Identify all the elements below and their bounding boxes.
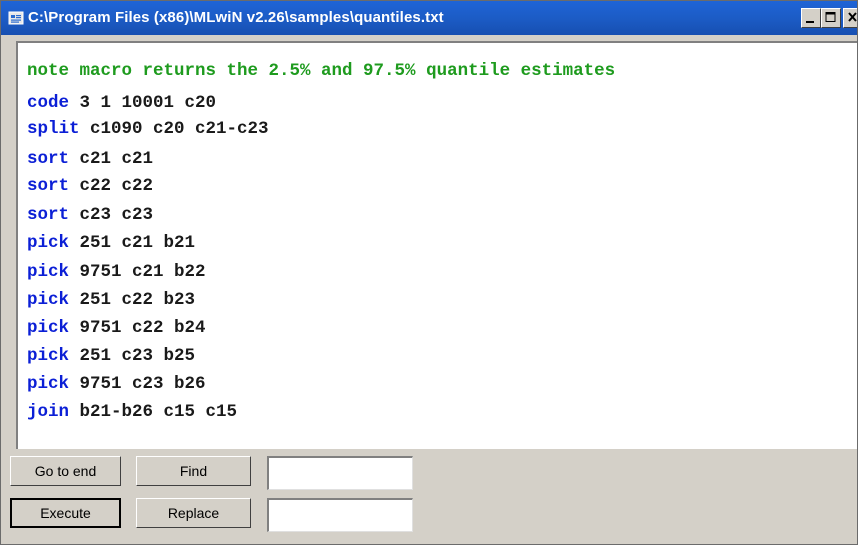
macro-editor[interactable]: note macro returns the 2.5% and 97.5% qu…	[16, 41, 857, 449]
editor-line-4: sort c21 c21	[27, 146, 153, 172]
find-button[interactable]: Find	[136, 456, 251, 486]
command-keyword: pick	[27, 262, 70, 282]
command-args: c1090 c20 c21-c23	[79, 119, 269, 139]
command-keyword: pick	[27, 346, 70, 366]
close-button[interactable]	[843, 8, 857, 28]
command-keyword: sort	[27, 205, 70, 225]
editor-line-3: split c1090 c20 c21-c23	[27, 116, 269, 142]
title-bar[interactable]: C:\Program Files (x86)\MLwiN v2.26\sampl…	[1, 1, 857, 35]
command-args: 251 c22 b23	[69, 290, 196, 310]
command-args: c21 c21	[69, 149, 154, 169]
execute-button[interactable]: Execute	[10, 498, 121, 528]
command-args: c22 c22	[69, 176, 154, 196]
command-args: 9751 c22 b24	[69, 318, 206, 338]
editor-line-13: join b21-b26 c15 c15	[27, 399, 237, 425]
window-title: C:\Program Files (x86)\MLwiN v2.26\sampl…	[28, 9, 444, 26]
editor-line-6: sort c23 c23	[27, 202, 153, 228]
editor-line-12: pick 9751 c23 b26	[27, 371, 206, 397]
command-keyword: pick	[27, 290, 70, 310]
command-args: 251 c21 b21	[69, 233, 196, 253]
editor-line-5: sort c22 c22	[27, 173, 153, 199]
command-keyword: pick	[27, 233, 70, 253]
command-args: c23 c23	[69, 205, 154, 225]
maximize-button[interactable]	[821, 8, 841, 28]
editor-line-10: pick 9751 c22 b24	[27, 315, 206, 341]
replace-input[interactable]	[267, 498, 413, 532]
command-keyword: pick	[27, 374, 70, 394]
command-keyword: pick	[27, 318, 70, 338]
minimize-button[interactable]	[801, 8, 821, 28]
command-args: 251 c23 b25	[69, 346, 196, 366]
editor-line-8: pick 9751 c21 b22	[27, 259, 206, 285]
editor-line-2: code 3 1 10001 c20	[27, 90, 216, 116]
editor-window: C:\Program Files (x86)\MLwiN v2.26\sampl…	[0, 0, 858, 545]
replace-button[interactable]: Replace	[136, 498, 251, 528]
command-args: 9751 c23 b26	[69, 374, 206, 394]
command-keyword: sort	[27, 149, 70, 169]
editor-line-9: pick 251 c22 b23	[27, 287, 195, 313]
command-args: 3 1 10001 c20	[69, 93, 217, 113]
editor-line-7: pick 251 c21 b21	[27, 230, 195, 256]
editor-line-1: note macro returns the 2.5% and 97.5% qu…	[27, 58, 615, 84]
find-input[interactable]	[267, 456, 413, 490]
editor-line-11: pick 251 c23 b25	[27, 343, 195, 369]
command-keyword: code	[27, 93, 70, 113]
close-icon	[848, 12, 857, 22]
command-keyword: sort	[27, 176, 70, 196]
command-keyword: join	[27, 402, 70, 422]
command-keyword: split	[27, 119, 80, 139]
app-icon	[8, 10, 24, 26]
command-args: 9751 c21 b22	[69, 262, 206, 282]
command-args: b21-b26 c15 c15	[69, 402, 238, 422]
note-text: note macro returns the 2.5% and 97.5% qu…	[27, 61, 616, 81]
maximize-icon	[825, 12, 836, 22]
minimize-icon	[806, 21, 814, 23]
go-to-end-button[interactable]: Go to end	[10, 456, 121, 486]
